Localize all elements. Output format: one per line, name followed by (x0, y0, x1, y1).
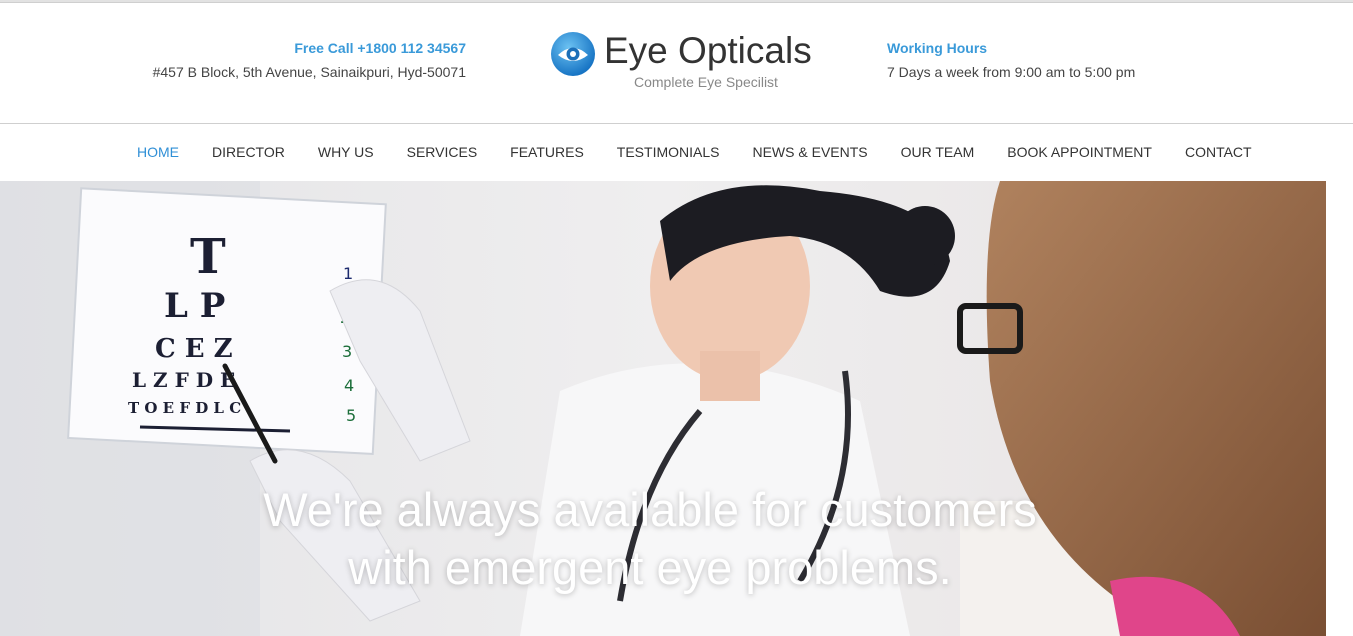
free-call-link[interactable]: Free Call +1800 112 34567 (153, 39, 466, 57)
chart-num-5: 5 (346, 406, 356, 425)
chart-num-4: 4 (344, 376, 354, 395)
nav-item-book-appointment[interactable]: BOOK APPOINTMENT (1007, 124, 1152, 181)
nav-item-testimonials[interactable]: TESTIMONIALS (617, 124, 720, 181)
nav-item-our-team[interactable]: OUR TEAM (901, 124, 975, 181)
hero-caption-line-1: We're always available for customers (263, 483, 1037, 536)
chart-row-5: T O E F D L C (128, 399, 241, 417)
nav-item-home[interactable]: HOME (137, 124, 179, 181)
brand-tagline: Complete Eye Specilist (634, 74, 778, 90)
nav-item-news-events[interactable]: NEWS & EVENTS (752, 124, 867, 181)
nav-item-features[interactable]: FEATURES (510, 124, 584, 181)
address-text: #457 B Block, 5th Avenue, Sainaikpuri, H… (152, 64, 466, 80)
chart-num-3: 3 (342, 342, 352, 361)
contact-block: Free Call +1800 112 34567 #457 B Block, … (153, 39, 466, 81)
chart-num-1: 1 (343, 264, 353, 283)
site-header: Free Call +1800 112 34567 #457 B Block, … (0, 3, 1353, 123)
page-gutter (1326, 181, 1353, 636)
chart-row-3: C E Z (155, 334, 233, 364)
brand-logo-link[interactable]: Eye Opticals Complete Eye Specilist (550, 29, 820, 99)
brand-name: Eye Opticals (604, 30, 812, 71)
nav-item-why-us[interactable]: WHY US (318, 124, 374, 181)
hero-caption-line-2: with emergent eye problems. (348, 541, 952, 594)
chart-row-4: L Z F D E (132, 368, 235, 392)
chart-row-2: L P (164, 286, 225, 326)
hero-caption: We're always available for customers wit… (0, 481, 1300, 597)
nav-item-services[interactable]: SERVICES (407, 124, 478, 181)
hours-block: Working Hours 7 Days a week from 9:00 am… (887, 39, 1135, 81)
hours-label: Working Hours (887, 40, 988, 56)
main-nav: HOME DIRECTOR WHY US SERVICES FEATURES T… (0, 123, 1353, 181)
hero-slider: T L P C E Z L Z F D E T O E F D L C 1 2 … (0, 181, 1326, 636)
chart-row-1: T (190, 229, 226, 285)
nav-item-director[interactable]: DIRECTOR (212, 124, 285, 181)
eye-icon (551, 32, 595, 76)
nav-item-contact[interactable]: CONTACT (1185, 124, 1252, 181)
hours-value: 7 Days a week from 9:00 am to 5:00 pm (887, 64, 1136, 80)
